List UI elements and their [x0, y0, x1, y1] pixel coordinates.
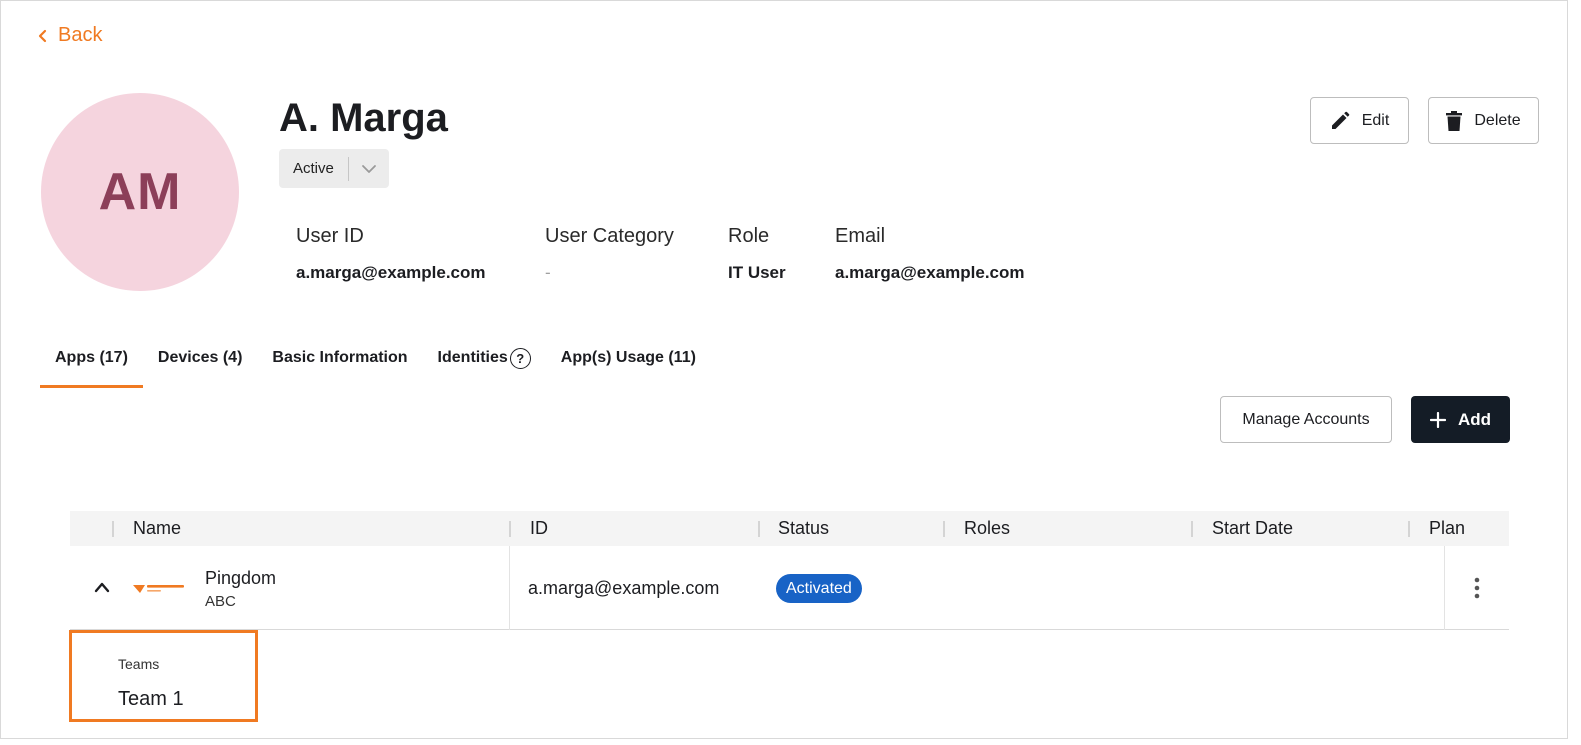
tab-apps[interactable]: Apps (17) [40, 340, 143, 388]
manage-accounts-button[interactable]: Manage Accounts [1220, 396, 1392, 443]
trash-icon [1446, 110, 1463, 131]
tab-basic-information-label: Basic Information [272, 349, 408, 366]
avatar-initials: AM [98, 163, 182, 221]
column-header-roles[interactable]: Roles [964, 511, 1010, 546]
expanded-teams-panel: Teams Team 1 [69, 630, 258, 722]
tab-identities-label: Identities [437, 349, 508, 366]
edit-button[interactable]: Edit [1310, 97, 1409, 144]
app-subtitle: ABC [205, 593, 236, 610]
chevron-left-icon [38, 29, 47, 42]
tab-basic-information[interactable]: Basic Information [257, 340, 422, 388]
table-header: Name ID Status Roles Start Date Plan [70, 511, 1509, 546]
tab-bar: Apps (17) Devices (4) Basic Information … [40, 340, 711, 388]
chevron-down-icon [349, 164, 389, 174]
column-divider [509, 546, 510, 630]
column-divider [943, 521, 945, 537]
table-row[interactable]: Pingdom ABC a.marga@example.com Activate… [70, 546, 1509, 630]
tab-app-usage[interactable]: App(s) Usage (11) [546, 340, 711, 388]
app-name[interactable]: Pingdom [205, 568, 276, 589]
solarwinds-logo-icon [133, 585, 184, 593]
column-divider [1191, 521, 1193, 537]
delete-button-label: Delete [1474, 111, 1521, 129]
avatar: AM [41, 93, 239, 291]
column-divider [758, 521, 760, 537]
user-name: A. Marga [279, 96, 448, 140]
column-header-start-date[interactable]: Start Date [1212, 511, 1293, 546]
user-id-label: User ID [296, 225, 364, 247]
column-header-name[interactable]: Name [133, 511, 181, 546]
column-header-status[interactable]: Status [778, 511, 829, 546]
account-id-cell: a.marga@example.com [528, 578, 720, 598]
role-value: IT User [728, 263, 786, 282]
row-actions-menu[interactable] [1444, 546, 1509, 630]
user-category-label: User Category [545, 225, 674, 247]
column-header-id[interactable]: ID [530, 511, 548, 546]
column-divider [1408, 521, 1410, 537]
email-value: a.marga@example.com [835, 263, 1025, 282]
pencil-icon [1331, 111, 1350, 129]
back-label: Back [58, 24, 103, 46]
back-link[interactable]: Back [36, 24, 102, 47]
status-dropdown-label: Active [293, 160, 334, 177]
tab-apps-label: Apps (17) [55, 349, 128, 366]
user-category-value: - [545, 263, 551, 282]
help-circle-icon[interactable]: ? [509, 348, 531, 369]
add-button[interactable]: Add [1411, 396, 1510, 443]
column-divider [509, 521, 511, 537]
status-badge: Activated [776, 574, 862, 603]
tab-devices[interactable]: Devices (4) [143, 340, 258, 388]
delete-button[interactable]: Delete [1428, 97, 1539, 144]
column-divider [112, 521, 114, 537]
user-id-value: a.marga@example.com [296, 263, 486, 282]
tab-app-usage-label: App(s) Usage (11) [560, 349, 696, 366]
edit-button-label: Edit [1361, 111, 1390, 129]
plus-icon [1429, 411, 1446, 428]
status-dropdown[interactable]: Active [279, 149, 389, 188]
tab-identities[interactable]: Identities ? [423, 340, 546, 388]
chevron-up-icon[interactable] [93, 580, 111, 594]
teams-label: Teams [118, 656, 160, 672]
tab-devices-label: Devices (4) [157, 349, 243, 366]
add-button-label: Add [1457, 409, 1492, 429]
column-header-plan[interactable]: Plan [1429, 511, 1465, 546]
more-vertical-icon [1474, 577, 1480, 599]
email-label: Email [835, 225, 886, 247]
teams-value: Team 1 [118, 688, 184, 710]
role-label: Role [728, 225, 770, 247]
manage-accounts-label: Manage Accounts [1242, 410, 1370, 428]
